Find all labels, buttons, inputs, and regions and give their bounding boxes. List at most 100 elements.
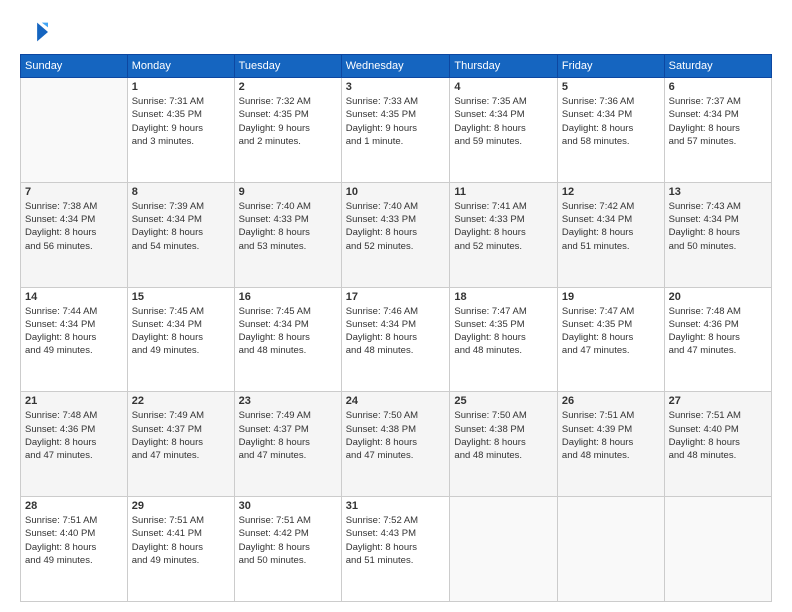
cell-info: Sunrise: 7:47 AMSunset: 4:35 PMDaylight:… <box>562 305 660 358</box>
cell-info: Sunrise: 7:42 AMSunset: 4:34 PMDaylight:… <box>562 200 660 253</box>
calendar-cell: 2 Sunrise: 7:32 AMSunset: 4:35 PMDaylight… <box>234 78 341 183</box>
calendar-cell: 12 Sunrise: 7:42 AMSunset: 4:34 PMDayligh… <box>557 182 664 287</box>
calendar-cell: 20 Sunrise: 7:48 AMSunset: 4:36 PMDayligh… <box>664 287 771 392</box>
cell-info: Sunrise: 7:39 AMSunset: 4:34 PMDaylight:… <box>132 200 230 253</box>
logo <box>20 18 52 46</box>
calendar-cell: 30 Sunrise: 7:51 AMSunset: 4:42 PMDayligh… <box>234 497 341 602</box>
day-number: 30 <box>239 500 337 512</box>
cell-info: Sunrise: 7:51 AMSunset: 4:39 PMDaylight:… <box>562 409 660 462</box>
cell-info: Sunrise: 7:38 AMSunset: 4:34 PMDaylight:… <box>25 200 123 253</box>
calendar-week-row: 14 Sunrise: 7:44 AMSunset: 4:34 PMDayligh… <box>21 287 772 392</box>
calendar-cell: 1 Sunrise: 7:31 AMSunset: 4:35 PMDaylight… <box>127 78 234 183</box>
cell-info: Sunrise: 7:48 AMSunset: 4:36 PMDaylight:… <box>25 409 123 462</box>
day-number: 27 <box>669 395 767 407</box>
day-number: 19 <box>562 291 660 303</box>
day-number: 29 <box>132 500 230 512</box>
cell-info: Sunrise: 7:51 AMSunset: 4:41 PMDaylight:… <box>132 514 230 567</box>
cell-info: Sunrise: 7:46 AMSunset: 4:34 PMDaylight:… <box>346 305 446 358</box>
cell-info: Sunrise: 7:50 AMSunset: 4:38 PMDaylight:… <box>346 409 446 462</box>
day-number: 1 <box>132 81 230 93</box>
cell-info: Sunrise: 7:31 AMSunset: 4:35 PMDaylight:… <box>132 95 230 148</box>
calendar-cell: 24 Sunrise: 7:50 AMSunset: 4:38 PMDayligh… <box>341 392 450 497</box>
day-number: 9 <box>239 186 337 198</box>
day-number: 3 <box>346 81 446 93</box>
cell-info: Sunrise: 7:52 AMSunset: 4:43 PMDaylight:… <box>346 514 446 567</box>
day-header-tuesday: Tuesday <box>234 55 341 78</box>
day-number: 5 <box>562 81 660 93</box>
day-number: 10 <box>346 186 446 198</box>
logo-icon <box>20 18 48 46</box>
calendar-cell <box>450 497 558 602</box>
calendar-cell: 7 Sunrise: 7:38 AMSunset: 4:34 PMDaylight… <box>21 182 128 287</box>
cell-info: Sunrise: 7:48 AMSunset: 4:36 PMDaylight:… <box>669 305 767 358</box>
header <box>20 18 772 46</box>
calendar-cell: 26 Sunrise: 7:51 AMSunset: 4:39 PMDayligh… <box>557 392 664 497</box>
cell-info: Sunrise: 7:37 AMSunset: 4:34 PMDaylight:… <box>669 95 767 148</box>
calendar-cell: 23Sunrise: 7:49 AMSunset: 4:37 PMDayligh… <box>234 392 341 497</box>
cell-info: Sunrise: 7:32 AMSunset: 4:35 PMDaylight:… <box>239 95 337 148</box>
calendar-cell: 21Sunrise: 7:48 AMSunset: 4:36 PMDayligh… <box>21 392 128 497</box>
cell-info: Sunrise: 7:36 AMSunset: 4:34 PMDaylight:… <box>562 95 660 148</box>
cell-info: Sunrise: 7:50 AMSunset: 4:38 PMDaylight:… <box>454 409 553 462</box>
calendar-cell: 28Sunrise: 7:51 AMSunset: 4:40 PMDayligh… <box>21 497 128 602</box>
cell-info: Sunrise: 7:33 AMSunset: 4:35 PMDaylight:… <box>346 95 446 148</box>
calendar-cell: 5 Sunrise: 7:36 AMSunset: 4:34 PMDaylight… <box>557 78 664 183</box>
cell-info: Sunrise: 7:51 AMSunset: 4:42 PMDaylight:… <box>239 514 337 567</box>
cell-info: Sunrise: 7:40 AMSunset: 4:33 PMDaylight:… <box>346 200 446 253</box>
day-number: 24 <box>346 395 446 407</box>
calendar-week-row: 1 Sunrise: 7:31 AMSunset: 4:35 PMDaylight… <box>21 78 772 183</box>
calendar-cell <box>21 78 128 183</box>
calendar-week-row: 21Sunrise: 7:48 AMSunset: 4:36 PMDayligh… <box>21 392 772 497</box>
day-number: 12 <box>562 186 660 198</box>
calendar-cell: 18 Sunrise: 7:47 AMSunset: 4:35 PMDayligh… <box>450 287 558 392</box>
cell-info: Sunrise: 7:43 AMSunset: 4:34 PMDaylight:… <box>669 200 767 253</box>
calendar-cell: 19 Sunrise: 7:47 AMSunset: 4:35 PMDayligh… <box>557 287 664 392</box>
day-number: 31 <box>346 500 446 512</box>
calendar-cell: 8 Sunrise: 7:39 AMSunset: 4:34 PMDaylight… <box>127 182 234 287</box>
calendar-cell: 16 Sunrise: 7:45 AMSunset: 4:34 PMDayligh… <box>234 287 341 392</box>
day-number: 22 <box>132 395 230 407</box>
cell-info: Sunrise: 7:47 AMSunset: 4:35 PMDaylight:… <box>454 305 553 358</box>
calendar-cell: 25 Sunrise: 7:50 AMSunset: 4:38 PMDayligh… <box>450 392 558 497</box>
day-number: 16 <box>239 291 337 303</box>
calendar-cell <box>557 497 664 602</box>
calendar-cell: 10 Sunrise: 7:40 AMSunset: 4:33 PMDayligh… <box>341 182 450 287</box>
day-number: 8 <box>132 186 230 198</box>
day-number: 7 <box>25 186 123 198</box>
day-header-sunday: Sunday <box>21 55 128 78</box>
day-number: 13 <box>669 186 767 198</box>
calendar-header-row: SundayMondayTuesdayWednesdayThursdayFrid… <box>21 55 772 78</box>
day-number: 18 <box>454 291 553 303</box>
cell-info: Sunrise: 7:44 AMSunset: 4:34 PMDaylight:… <box>25 305 123 358</box>
day-header-friday: Friday <box>557 55 664 78</box>
day-number: 23 <box>239 395 337 407</box>
calendar-cell: 11Sunrise: 7:41 AMSunset: 4:33 PMDayligh… <box>450 182 558 287</box>
day-number: 20 <box>669 291 767 303</box>
day-header-monday: Monday <box>127 55 234 78</box>
cell-info: Sunrise: 7:35 AMSunset: 4:34 PMDaylight:… <box>454 95 553 148</box>
day-header-wednesday: Wednesday <box>341 55 450 78</box>
day-number: 2 <box>239 81 337 93</box>
cell-info: Sunrise: 7:45 AMSunset: 4:34 PMDaylight:… <box>239 305 337 358</box>
calendar-cell: 6 Sunrise: 7:37 AMSunset: 4:34 PMDaylight… <box>664 78 771 183</box>
day-header-thursday: Thursday <box>450 55 558 78</box>
day-number: 17 <box>346 291 446 303</box>
calendar-cell: 22Sunrise: 7:49 AMSunset: 4:37 PMDayligh… <box>127 392 234 497</box>
calendar-cell: 27 Sunrise: 7:51 AMSunset: 4:40 PMDayligh… <box>664 392 771 497</box>
day-number: 15 <box>132 291 230 303</box>
calendar-cell: 17 Sunrise: 7:46 AMSunset: 4:34 PMDayligh… <box>341 287 450 392</box>
cell-info: Sunrise: 7:51 AMSunset: 4:40 PMDaylight:… <box>669 409 767 462</box>
day-number: 14 <box>25 291 123 303</box>
day-number: 25 <box>454 395 553 407</box>
calendar-cell: 4Sunrise: 7:35 AMSunset: 4:34 PMDaylight… <box>450 78 558 183</box>
page: SundayMondayTuesdayWednesdayThursdayFrid… <box>0 0 792 612</box>
calendar-week-row: 7 Sunrise: 7:38 AMSunset: 4:34 PMDaylight… <box>21 182 772 287</box>
day-number: 6 <box>669 81 767 93</box>
cell-info: Sunrise: 7:51 AMSunset: 4:40 PMDaylight:… <box>25 514 123 567</box>
calendar-cell: 31 Sunrise: 7:52 AMSunset: 4:43 PMDayligh… <box>341 497 450 602</box>
day-number: 26 <box>562 395 660 407</box>
cell-info: Sunrise: 7:45 AMSunset: 4:34 PMDaylight:… <box>132 305 230 358</box>
calendar-cell: 29 Sunrise: 7:51 AMSunset: 4:41 PMDayligh… <box>127 497 234 602</box>
day-number: 11 <box>454 186 553 198</box>
calendar-cell: 15 Sunrise: 7:45 AMSunset: 4:34 PMDayligh… <box>127 287 234 392</box>
